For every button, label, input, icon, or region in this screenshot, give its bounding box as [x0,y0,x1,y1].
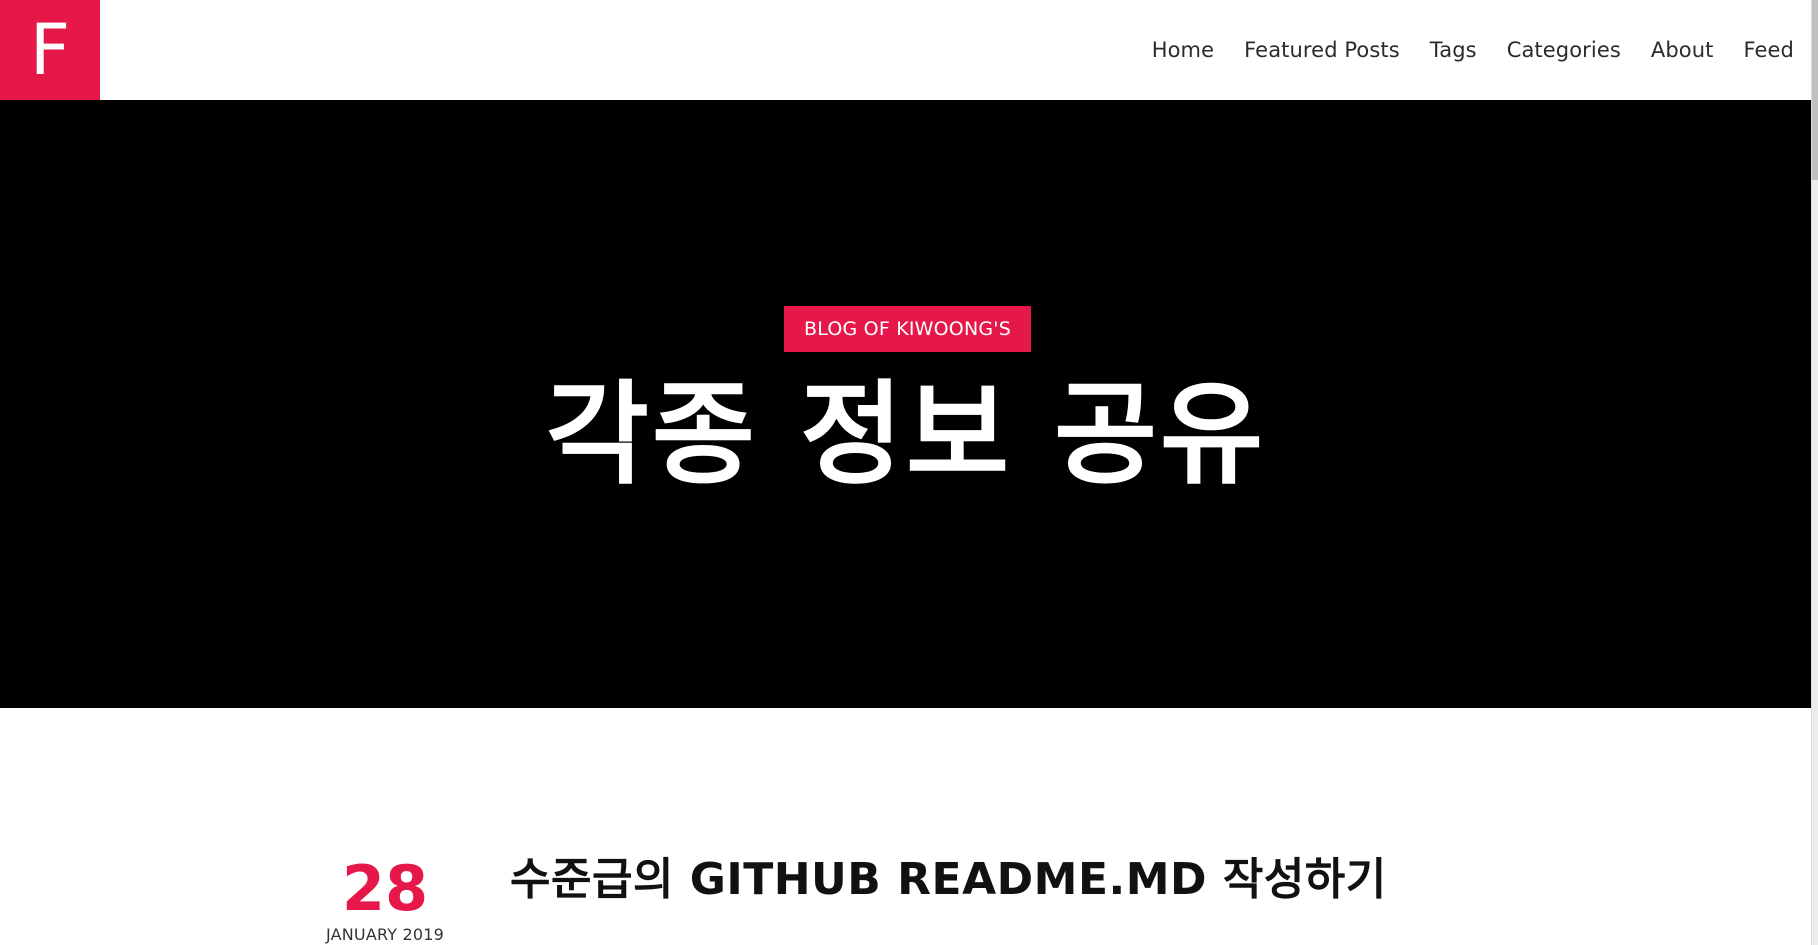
main-nav: Home Featured Posts Tags Categories Abou… [1152,0,1794,100]
nav-featured-posts-link[interactable]: Featured Posts [1244,38,1400,62]
scrollbar-thumb[interactable] [1812,0,1818,180]
post-date-month-year: JANUARY 2019 [325,925,445,944]
hero-banner: BLOG OF KIWOONG'S 각종 정보 공유 [0,100,1812,708]
hero-badge: BLOG OF KIWOONG'S [784,306,1031,352]
post-date: 28 JANUARY 2019 [305,855,465,945]
nav-home-link[interactable]: Home [1152,38,1214,62]
site-header: F Home Featured Posts Tags Categories Ab… [0,0,1812,100]
hero-title: 각종 정보 공유 [545,370,1267,500]
site-logo[interactable]: F [0,0,100,100]
page-scrollbar[interactable] [1811,0,1818,945]
page: F Home Featured Posts Tags Categories Ab… [0,0,1818,945]
nav-tags-link[interactable]: Tags [1430,38,1477,62]
nav-feed-link[interactable]: Feed [1743,38,1794,62]
logo-letter: F [29,9,71,91]
nav-categories-link[interactable]: Categories [1507,38,1621,62]
post-title-link[interactable]: 수준급의 GITHUB README.MD 작성하기 [510,850,1387,910]
post-date-day: 28 [341,852,429,925]
browser-viewport: F Home Featured Posts Tags Categories Ab… [0,0,1812,945]
nav-about-link[interactable]: About [1651,38,1714,62]
